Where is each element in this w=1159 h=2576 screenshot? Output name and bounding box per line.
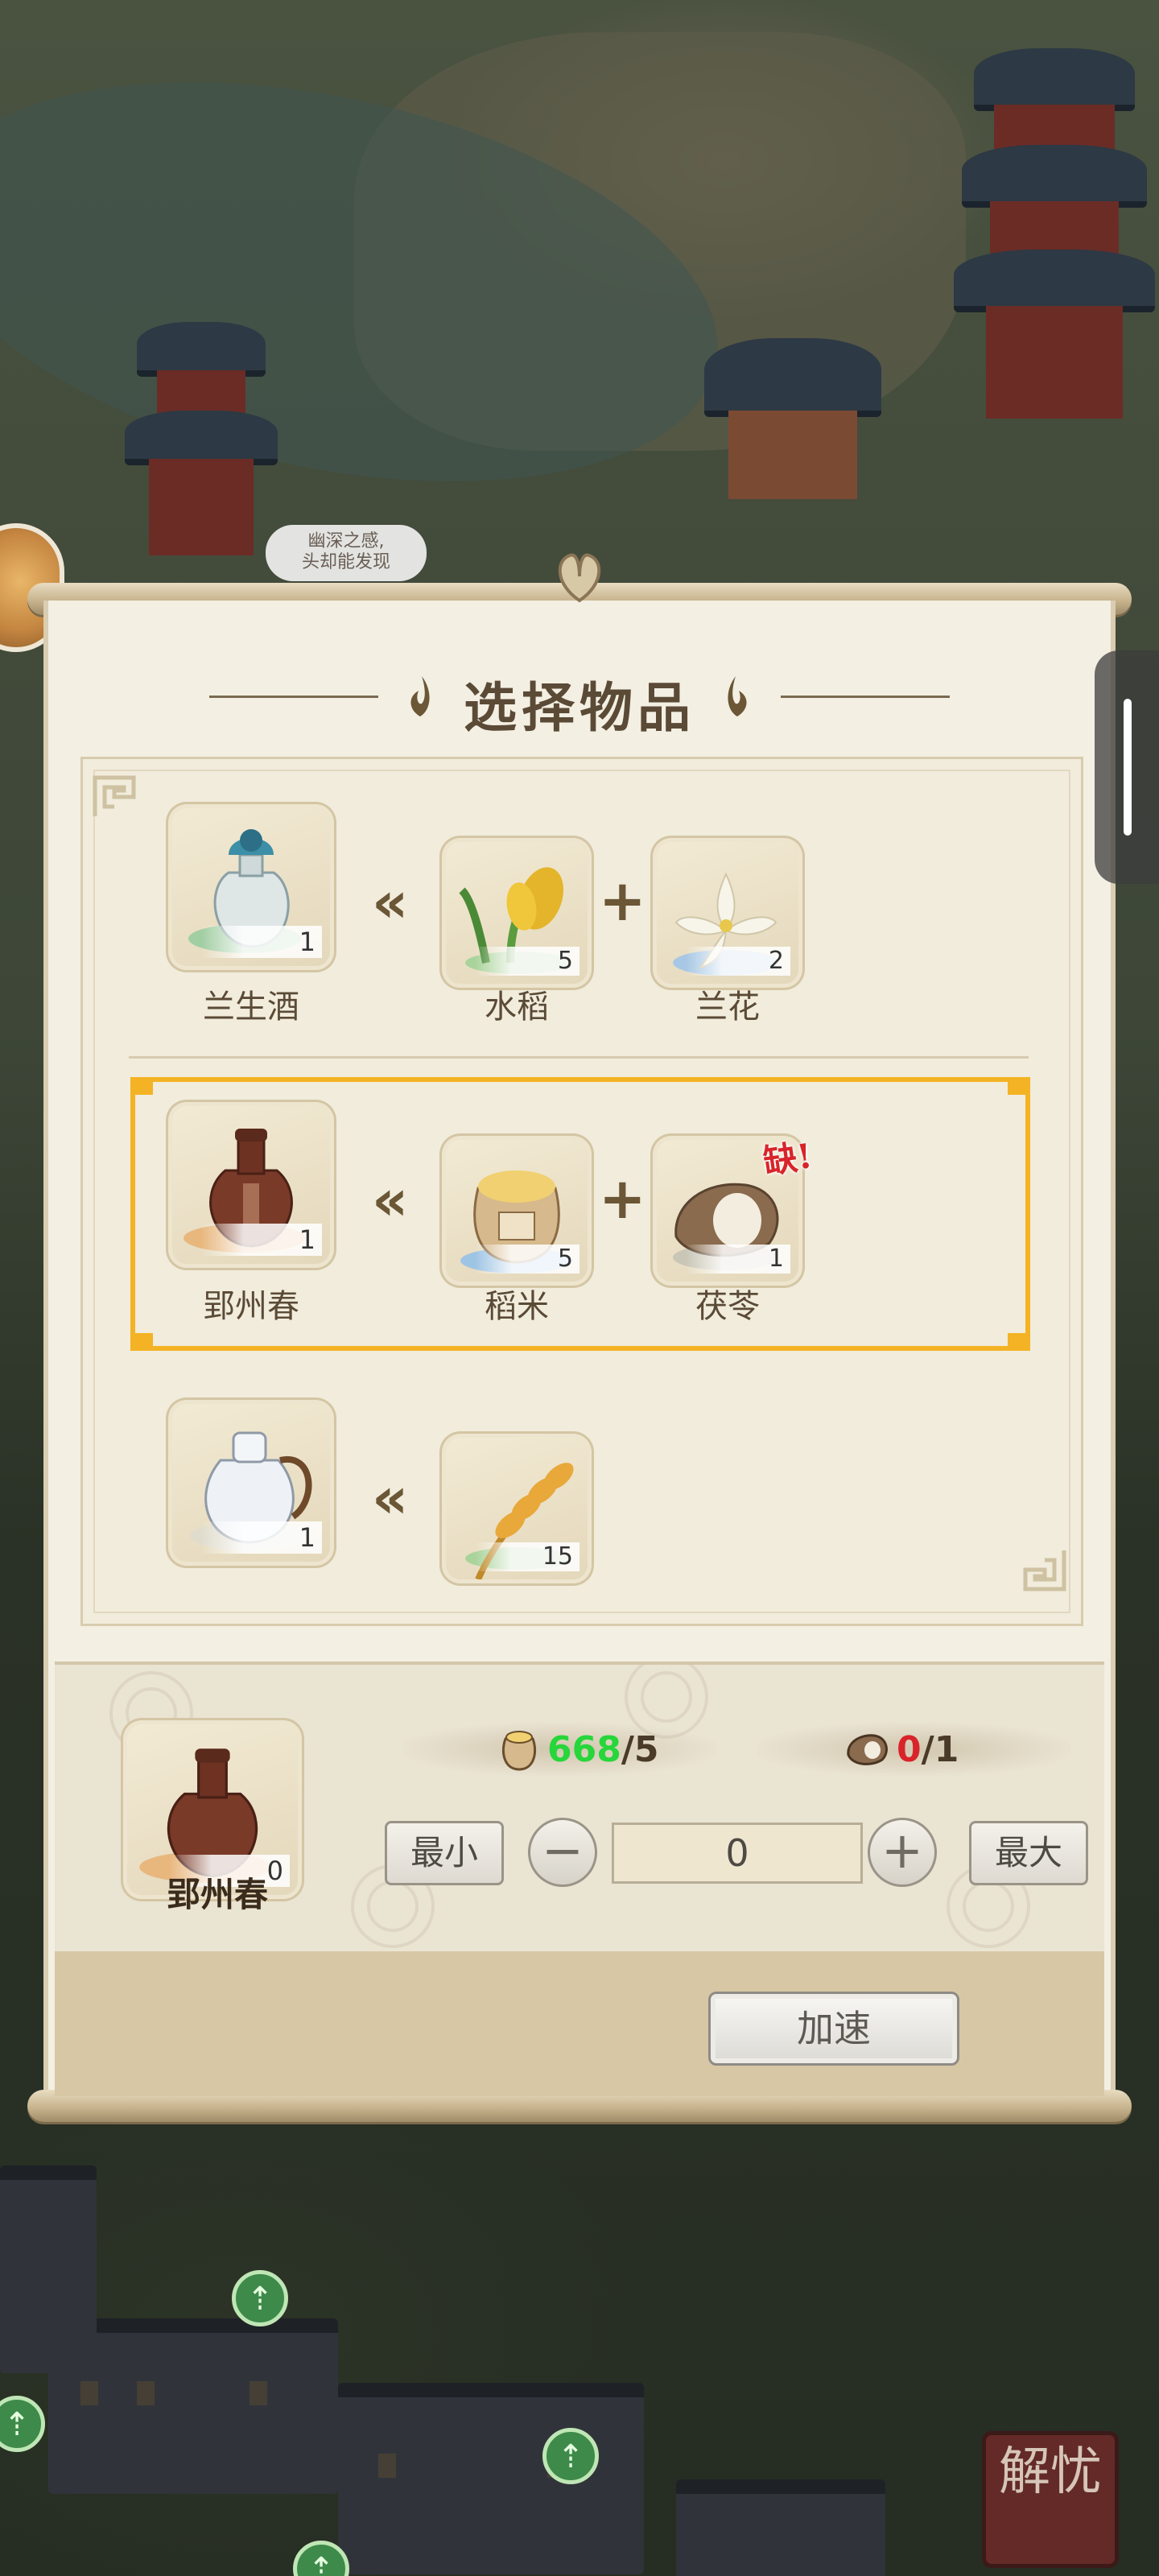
ingredient-slot[interactable]: 5	[446, 1140, 588, 1282]
product-slot[interactable]: 1	[172, 1106, 330, 1264]
resource-have: 0	[897, 1729, 922, 1770]
chevron-left-icon: «	[372, 1465, 409, 1531]
item-count: 5	[475, 947, 580, 976]
poria-icon	[847, 1734, 888, 1765]
item-count: 1	[201, 1521, 322, 1554]
upgrade-arrow-icon[interactable]: ⇡	[542, 2428, 599, 2484]
resource-need: /5	[621, 1729, 659, 1770]
resource-count: 0/1	[897, 1729, 959, 1770]
resource-count: 668/5	[547, 1729, 659, 1770]
item-count: 15	[475, 1542, 580, 1571]
side-drawer-handle[interactable]	[1095, 650, 1159, 884]
recipe-row[interactable]: 1 兰生酒 « 5 水稻 + 2 兰花	[0, 802, 1159, 1059]
product-slot[interactable]: 1	[172, 808, 330, 966]
panel-title-row: 选择物品	[193, 660, 966, 739]
ingredient-name: 兰花	[695, 989, 760, 1026]
ingredient-name: 水稻	[485, 989, 549, 1026]
item-count: 5	[475, 1245, 580, 1274]
ingredient-slot[interactable]: 15	[446, 1438, 588, 1579]
house	[0, 2165, 97, 2373]
production-item-name: 郢州春	[166, 1875, 268, 1914]
knot-ornament-icon	[558, 553, 601, 603]
resource-have: 668	[547, 1729, 621, 1770]
jieyou-seal-button[interactable]: 解忧	[982, 2431, 1119, 2568]
item-count: 1	[201, 1224, 322, 1256]
house	[676, 2479, 885, 2576]
item-count: 1	[201, 926, 322, 958]
ingredient-slot[interactable]: 2	[657, 842, 798, 984]
chevron-left-icon: «	[372, 1167, 409, 1233]
minus-button[interactable]: −	[528, 1818, 597, 1887]
quantity-field[interactable]: 0	[612, 1823, 863, 1884]
panel-title: 选择物品	[464, 677, 695, 739]
product-slot[interactable]: 1	[172, 1404, 330, 1562]
selection-corner	[130, 1077, 153, 1095]
plus-icon: +	[599, 1166, 646, 1232]
ingredient-name: 茯苓	[695, 1288, 760, 1325]
rice-sack-icon	[501, 1731, 537, 1771]
recipe-row-selected[interactable]: 1 郢州春 « 5 稻米 + 1 茯苓	[0, 1100, 1159, 1357]
map-notice-bubble: 幽深之感, 头却能发现	[266, 525, 427, 581]
recipe-divider	[129, 1056, 1029, 1059]
recipe-row[interactable]: 1 « 15	[0, 1397, 1159, 1655]
pagoda-left	[121, 290, 282, 555]
pavilion	[700, 322, 885, 531]
ingredient-name: 稻米	[485, 1288, 549, 1325]
upgrade-arrow-icon[interactable]: ⇡	[232, 2270, 288, 2326]
speed-up-button[interactable]: 加速	[708, 1992, 959, 2066]
selection-corner	[1008, 1077, 1030, 1095]
item-count: 2	[686, 947, 790, 976]
min-button[interactable]: 最小	[385, 1821, 504, 1885]
chevron-left-icon: «	[372, 869, 409, 935]
item-count: 1	[686, 1245, 790, 1274]
plus-icon: +	[599, 868, 646, 934]
house	[338, 2383, 644, 2574]
plus-button[interactable]: +	[868, 1818, 937, 1887]
missing-badge: 缺!	[761, 1136, 815, 1182]
product-name: 兰生酒	[203, 989, 299, 1026]
max-button[interactable]: 最大	[969, 1821, 1088, 1885]
pagoda-right	[950, 32, 1159, 499]
product-name: 郢州春	[203, 1288, 299, 1325]
resource-need: /1	[921, 1729, 959, 1770]
ingredient-slot[interactable]: 5	[446, 842, 588, 984]
